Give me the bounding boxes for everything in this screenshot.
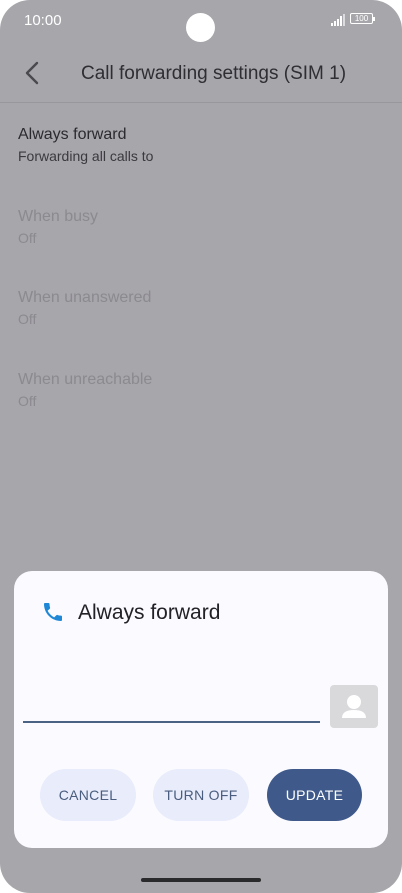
option-title: When unanswered xyxy=(18,289,152,306)
navigation-handle[interactable] xyxy=(141,878,261,882)
app-bar-divider xyxy=(0,102,402,103)
battery-icon: 100 xyxy=(350,13,375,24)
option-subtitle: Off xyxy=(18,393,37,409)
phone-screen: 10:00 100 Call forwarding settings (SIM … xyxy=(0,0,402,893)
forward-number-input[interactable] xyxy=(23,689,320,723)
back-arrow-icon[interactable] xyxy=(20,60,46,86)
contact-picker-button[interactable] xyxy=(330,685,378,728)
option-subtitle: Forwarding all calls to xyxy=(18,148,154,164)
status-bar: 10:00 100 xyxy=(0,0,402,42)
always-forward-dialog: Always forward CANCEL TURN OFF UPDATE xyxy=(14,571,388,848)
option-subtitle: Off xyxy=(18,230,37,246)
turn-off-button[interactable]: TURN OFF xyxy=(153,769,249,821)
option-always-forward[interactable]: Always forward Forwarding all calls to xyxy=(18,125,378,185)
option-when-unanswered[interactable]: When unanswered Off xyxy=(18,288,378,348)
cancel-button[interactable]: CANCEL xyxy=(40,769,136,821)
option-when-unreachable[interactable]: When unreachable Off xyxy=(18,370,378,430)
signal-icon xyxy=(331,14,345,26)
contact-icon xyxy=(342,695,366,718)
status-time: 10:00 xyxy=(24,12,62,29)
option-subtitle: Off xyxy=(18,311,37,327)
option-title: When busy xyxy=(18,208,99,225)
front-camera xyxy=(186,13,215,42)
phone-icon xyxy=(44,603,62,621)
app-bar: Call forwarding settings (SIM 1) xyxy=(0,48,402,102)
battery-level: 100 xyxy=(354,14,369,23)
page-title: Call forwarding settings (SIM 1) xyxy=(81,63,347,84)
option-title: Always forward xyxy=(18,126,127,143)
option-title: When unreachable xyxy=(18,371,153,388)
update-button[interactable]: UPDATE xyxy=(267,769,362,821)
option-when-busy[interactable]: When busy Off xyxy=(18,207,378,267)
dialog-title: Always forward xyxy=(78,601,221,624)
